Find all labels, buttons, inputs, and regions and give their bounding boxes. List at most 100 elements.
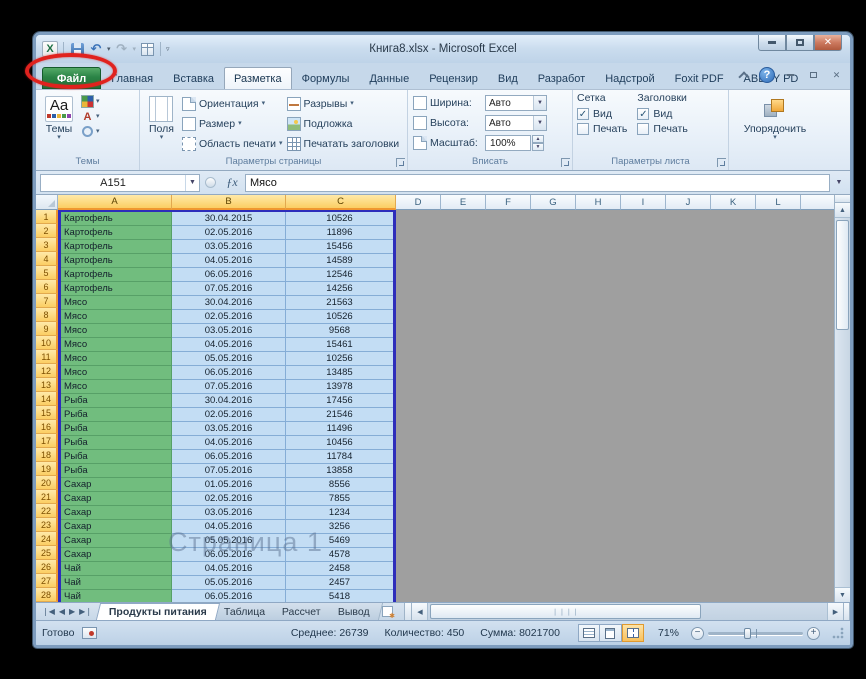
cell-B28[interactable]: 06.05.2016: [172, 590, 286, 602]
cell-C20[interactable]: 8556: [286, 478, 393, 492]
orientation-button[interactable]: Ориентация▾: [182, 94, 283, 114]
prev-sheet-icon[interactable]: ◀: [59, 607, 65, 616]
cell-C3[interactable]: 15456: [286, 240, 393, 254]
cell-A27[interactable]: Чай: [61, 576, 172, 590]
cell-A8[interactable]: Мясо: [61, 310, 172, 324]
cell-A19[interactable]: Рыба: [61, 464, 172, 478]
themes-button[interactable]: Aa Темы ▾: [41, 94, 77, 143]
cell-B4[interactable]: 04.05.2016: [172, 254, 286, 268]
resize-grip[interactable]: [832, 627, 844, 639]
headings-print-checkbox[interactable]: ✓Печать: [637, 123, 687, 135]
cell-A24[interactable]: Сахар: [61, 534, 172, 548]
breaks-button[interactable]: Разрывы▾: [287, 94, 400, 114]
cell-A23[interactable]: Сахар: [61, 520, 172, 534]
print-titles-button[interactable]: Печатать заголовки: [287, 134, 400, 154]
cell-C23[interactable]: 3256: [286, 520, 393, 534]
sheet-tab-0[interactable]: Продукты питания: [96, 603, 220, 620]
first-sheet-icon[interactable]: ❘◀: [42, 607, 55, 616]
cell-A5[interactable]: Картофель: [61, 268, 172, 282]
row-header-13[interactable]: 13: [36, 378, 58, 392]
cell-A13[interactable]: Мясо: [61, 380, 172, 394]
tab-split-handle-right[interactable]: [843, 603, 850, 620]
scroll-left-icon[interactable]: ◀: [412, 603, 428, 620]
cell-C24[interactable]: 5469: [286, 534, 393, 548]
row-header-15[interactable]: 15: [36, 406, 58, 420]
background-button[interactable]: Подложка: [287, 114, 400, 134]
cell-A21[interactable]: Сахар: [61, 492, 172, 506]
cell-A15[interactable]: Рыба: [61, 408, 172, 422]
select-all-corner[interactable]: [36, 195, 58, 210]
cell-A20[interactable]: Сахар: [61, 478, 172, 492]
cell-C16[interactable]: 11496: [286, 422, 393, 436]
scroll-down-icon[interactable]: ▼: [835, 587, 850, 602]
row-header-16[interactable]: 16: [36, 420, 58, 434]
cell-C2[interactable]: 11896: [286, 226, 393, 240]
cell-B2[interactable]: 02.05.2016: [172, 226, 286, 240]
cell-B11[interactable]: 05.05.2016: [172, 352, 286, 366]
sheet-options-dialog-launcher-icon[interactable]: [717, 158, 726, 167]
cell-A6[interactable]: Картофель: [61, 282, 172, 296]
cell-B27[interactable]: 05.05.2016: [172, 576, 286, 590]
cell-A2[interactable]: Картофель: [61, 226, 172, 240]
row-header-28[interactable]: 28: [36, 588, 58, 602]
cell-C4[interactable]: 14589: [286, 254, 393, 268]
row-header-9[interactable]: 9: [36, 322, 58, 336]
row-header-27[interactable]: 27: [36, 574, 58, 588]
row-header-17[interactable]: 17: [36, 434, 58, 448]
cell-A7[interactable]: Мясо: [61, 296, 172, 310]
cell-B5[interactable]: 06.05.2016: [172, 268, 286, 282]
cell-C11[interactable]: 10256: [286, 352, 393, 366]
horizontal-scroll-thumb[interactable]: ❘❘❘❘: [430, 604, 701, 619]
headings-view-checkbox[interactable]: ✓Вид: [637, 108, 687, 120]
width-combo[interactable]: Авто▼: [485, 95, 547, 111]
row-header-8[interactable]: 8: [36, 308, 58, 322]
cell-C8[interactable]: 10526: [286, 310, 393, 324]
gridlines-view-checkbox[interactable]: ✓Вид: [577, 108, 627, 120]
row-header-18[interactable]: 18: [36, 448, 58, 462]
cell-B16[interactable]: 03.05.2016: [172, 422, 286, 436]
cell-B25[interactable]: 06.05.2016: [172, 548, 286, 562]
theme-effects-button[interactable]: ▾: [81, 125, 100, 138]
cell-B18[interactable]: 06.05.2016: [172, 450, 286, 464]
cell-B9[interactable]: 03.05.2016: [172, 324, 286, 338]
cell-B21[interactable]: 02.05.2016: [172, 492, 286, 506]
scroll-up-icon[interactable]: ▲: [835, 203, 850, 218]
cell-C5[interactable]: 12546: [286, 268, 393, 282]
cell-A9[interactable]: Мясо: [61, 324, 172, 338]
page-break-preview-button[interactable]: [622, 624, 644, 642]
cell-A26[interactable]: Чай: [61, 562, 172, 576]
cell-A14[interactable]: Рыба: [61, 394, 172, 408]
cell-C15[interactable]: 21546: [286, 408, 393, 422]
customize-qat-icon[interactable]: ▿: [166, 45, 170, 53]
zoom-slider-thumb[interactable]: [744, 628, 751, 639]
cell-B7[interactable]: 30.04.2016: [172, 296, 286, 310]
page-layout-view-button[interactable]: [600, 624, 622, 642]
row-header-4[interactable]: 4: [36, 252, 58, 266]
zoom-out-icon[interactable]: −: [691, 627, 704, 640]
column-header-I[interactable]: I: [621, 195, 666, 210]
expand-formula-bar-icon[interactable]: ▼: [832, 174, 846, 192]
minimize-ribbon-icon[interactable]: [737, 70, 751, 80]
row-header-10[interactable]: 10: [36, 336, 58, 350]
cell-A10[interactable]: Мясо: [61, 338, 172, 352]
vertical-scrollbar[interactable]: ▲ ▼: [834, 195, 850, 602]
formula-input[interactable]: Мясо: [245, 174, 830, 192]
redo-icon[interactable]: ↷: [114, 41, 130, 57]
row-header-25[interactable]: 25: [36, 546, 58, 560]
row-header-2[interactable]: 2: [36, 224, 58, 238]
cell-C10[interactable]: 15461: [286, 338, 393, 352]
scroll-right-icon[interactable]: ▶: [827, 603, 843, 620]
column-header-J[interactable]: J: [666, 195, 711, 210]
row-header-23[interactable]: 23: [36, 518, 58, 532]
cell-C12[interactable]: 13485: [286, 366, 393, 380]
row-header-3[interactable]: 3: [36, 238, 58, 252]
margins-button[interactable]: Поля ▾: [145, 94, 178, 143]
row-header-26[interactable]: 26: [36, 560, 58, 574]
scale-spinner[interactable]: 100%▲▼: [485, 135, 531, 151]
insert-function-button[interactable]: ƒx: [221, 174, 243, 192]
size-button[interactable]: Размер▾: [182, 114, 283, 134]
row-header-11[interactable]: 11: [36, 350, 58, 364]
cell-B19[interactable]: 07.05.2016: [172, 464, 286, 478]
row-header-1[interactable]: 1: [36, 210, 58, 224]
height-combo[interactable]: Авто▼: [485, 115, 547, 131]
